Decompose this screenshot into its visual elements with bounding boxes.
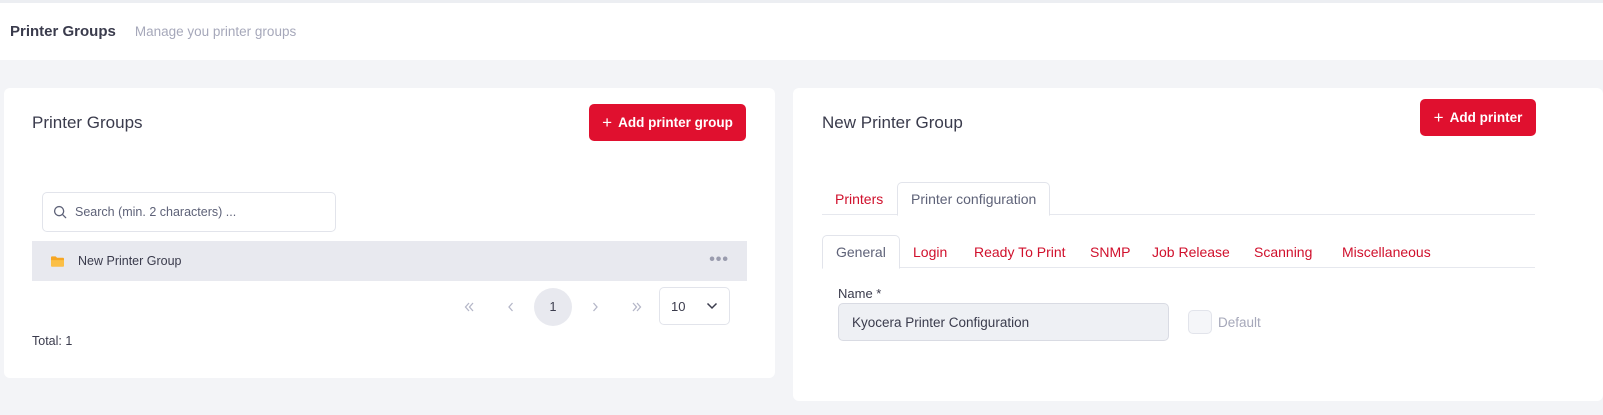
- chevron-left-icon: [508, 302, 513, 312]
- default-checkbox-label: Default: [1218, 315, 1261, 330]
- double-chevron-left-icon: [464, 302, 474, 312]
- chevron-right-icon: [593, 302, 598, 312]
- tab-snmp[interactable]: SNMP: [1077, 235, 1143, 268]
- next-page-button[interactable]: [576, 288, 614, 326]
- add-printer-group-label: Add printer group: [618, 115, 733, 130]
- chevron-down-icon: [706, 302, 718, 310]
- page-header: Printer Groups Manage you printer groups: [0, 3, 1603, 60]
- search-input[interactable]: [75, 205, 325, 219]
- printer-groups-card: Printer Groups + Add printer group New P…: [4, 88, 775, 378]
- search-icon: [53, 205, 67, 219]
- last-page-button[interactable]: [618, 288, 656, 326]
- default-checkbox[interactable]: [1188, 310, 1212, 334]
- add-printer-label: Add printer: [1449, 110, 1523, 125]
- page-size-value: 10: [671, 298, 686, 314]
- tab-scanning[interactable]: Scanning: [1241, 235, 1325, 268]
- tab-login[interactable]: Login: [900, 235, 960, 268]
- printer-group-detail-card: New Printer Group + Add printer Printers…: [793, 88, 1603, 401]
- tab-general[interactable]: General: [822, 235, 900, 269]
- search-box: [42, 192, 336, 232]
- page-size-select[interactable]: 10: [659, 287, 730, 325]
- double-chevron-right-icon: [632, 302, 642, 312]
- config-tabs: General Login Ready To Print SNMP Job Re…: [822, 235, 1535, 269]
- add-printer-group-button[interactable]: + Add printer group: [589, 104, 746, 141]
- main-tabs: Printers Printer configuration: [822, 182, 1535, 216]
- more-options-icon[interactable]: •••: [709, 252, 729, 268]
- folder-icon: [51, 255, 64, 267]
- page-title: Printer Groups: [10, 23, 116, 40]
- tab-printer-configuration[interactable]: Printer configuration: [897, 182, 1051, 216]
- printer-groups-title: Printer Groups: [32, 113, 143, 132]
- tab-miscellaneous[interactable]: Miscellaneous: [1329, 235, 1444, 268]
- tab-ready-to-print[interactable]: Ready To Print: [961, 235, 1079, 268]
- group-detail-title: New Printer Group: [822, 113, 963, 132]
- first-page-button[interactable]: [450, 288, 488, 326]
- page-subtitle: Manage you printer groups: [134, 24, 297, 39]
- group-name: New Printer Group: [78, 254, 182, 268]
- prev-page-button[interactable]: [492, 288, 530, 326]
- add-printer-button[interactable]: + Add printer: [1420, 99, 1536, 136]
- name-field[interactable]: [838, 303, 1169, 341]
- plus-icon: +: [1433, 108, 1444, 127]
- plus-icon: +: [602, 113, 613, 132]
- name-field-label: Name *: [838, 286, 882, 301]
- page-1-button[interactable]: 1: [534, 288, 572, 326]
- total-count: Total: 1: [32, 334, 73, 348]
- tab-job-release[interactable]: Job Release: [1139, 235, 1243, 268]
- tab-printers[interactable]: Printers: [822, 182, 896, 215]
- list-item[interactable]: New Printer Group •••: [32, 241, 747, 281]
- pagination: 1: [450, 287, 660, 327]
